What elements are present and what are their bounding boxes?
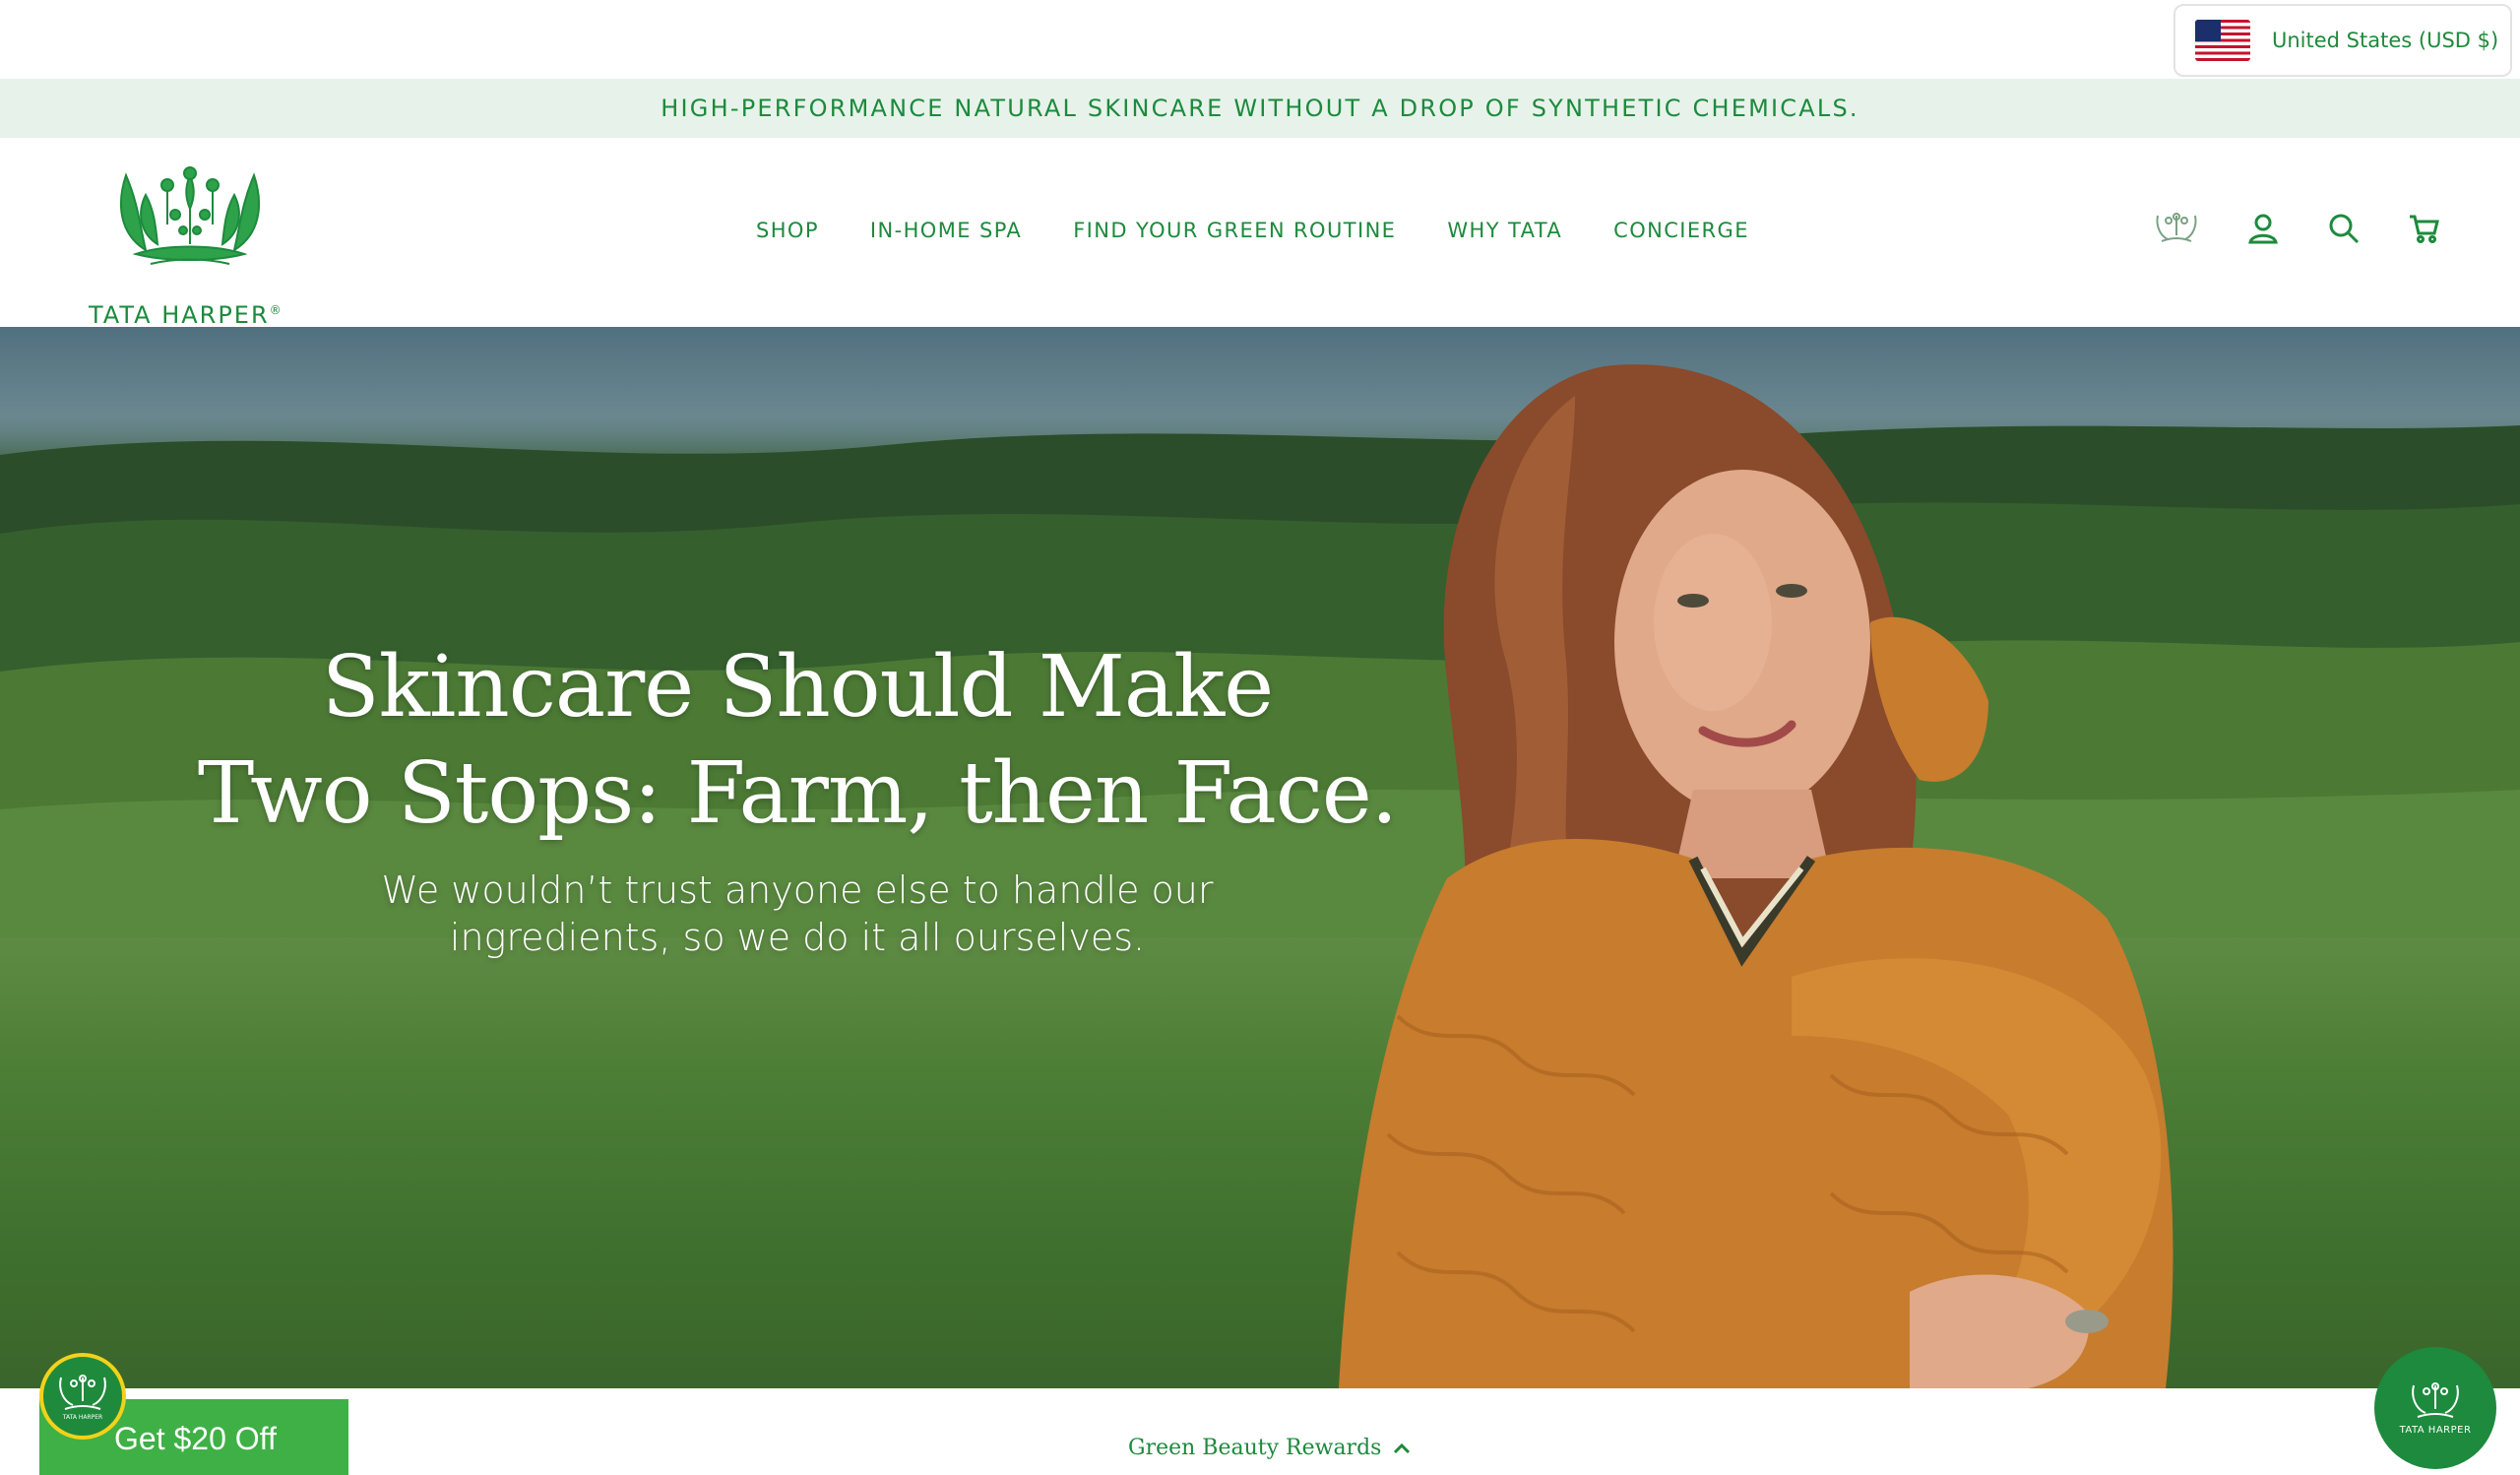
- brand-wordmark: TATA HARPER®: [89, 301, 282, 329]
- rewards-label: Green Beauty Rewards: [1128, 1436, 1382, 1460]
- hero-banner[interactable]: Skincare Should Make Two Stops: Farm, th…: [0, 327, 2520, 1388]
- crest-icon: [2412, 1381, 2459, 1418]
- botanical-crest-icon: [119, 166, 261, 265]
- rewards-badge[interactable]: TATA HARPER: [39, 1353, 126, 1440]
- offer-label: Get $20 Off: [114, 1420, 277, 1456]
- nav-item-find-your-green-routine[interactable]: FIND YOUR GREEN ROUTINE: [1073, 219, 1396, 242]
- nav-item-why-tata[interactable]: WHY TATA: [1447, 219, 1562, 242]
- nav-item-shop[interactable]: SHOP: [756, 219, 819, 242]
- crest-icon: TATA HARPER: [59, 1375, 106, 1421]
- hero-subtitle-line-2: ingredients, so we do it all ourselves.: [449, 916, 1146, 959]
- main-nav: SHOP IN-HOME SPA FIND YOUR GREEN ROUTINE…: [756, 219, 1749, 242]
- nav-item-in-home-spa[interactable]: IN-HOME SPA: [870, 219, 1022, 242]
- hero-title-line-2: Two Stops: Farm, then Face.: [197, 744, 1398, 843]
- rewards-bar: [0, 1388, 2520, 1475]
- announcement-bar: HIGH-PERFORMANCE NATURAL SKINCARE WITHOU…: [0, 79, 2520, 138]
- chat-widget-button[interactable]: TATA HARPER: [2374, 1347, 2496, 1469]
- utility-bar: United States (USD $): [0, 0, 2520, 79]
- country-selector-label: United States (USD $): [2272, 29, 2499, 52]
- chevron-up-icon: [1393, 1436, 1411, 1460]
- us-flag-icon: [2195, 20, 2250, 61]
- green-beauty-rewards-toggle[interactable]: Green Beauty Rewards: [1128, 1436, 1411, 1460]
- hero-title: Skincare Should Make Two Stops: Farm, th…: [177, 634, 1418, 847]
- hero-subtitle-line-1: We wouldn’t trust anyone else to handle …: [381, 868, 1214, 912]
- svg-text:TATA HARPER: TATA HARPER: [62, 1414, 102, 1421]
- hero-title-line-1: Skincare Should Make: [321, 638, 1274, 737]
- announcement-text: HIGH-PERFORMANCE NATURAL SKINCARE WITHOU…: [661, 95, 1859, 122]
- search-icon[interactable]: [2327, 212, 2361, 245]
- chat-widget-label: TATA HARPER: [2399, 1424, 2472, 1436]
- hero-subtitle: We wouldn’t trust anyone else to handle …: [295, 866, 1299, 961]
- account-icon[interactable]: [2246, 212, 2280, 245]
- header-icons: [2154, 212, 2441, 245]
- hero-model-image: [1339, 364, 2174, 1388]
- brand-logo[interactable]: TATA HARPER®: [83, 165, 299, 329]
- crest-icon[interactable]: [2154, 212, 2199, 245]
- country-selector[interactable]: United States (USD $): [2174, 4, 2512, 77]
- site-header: TATA HARPER® SHOP IN-HOME SPA FIND YOUR …: [0, 138, 2520, 329]
- nav-item-concierge[interactable]: CONCIERGE: [1613, 219, 1749, 242]
- cart-icon[interactable]: [2408, 212, 2441, 245]
